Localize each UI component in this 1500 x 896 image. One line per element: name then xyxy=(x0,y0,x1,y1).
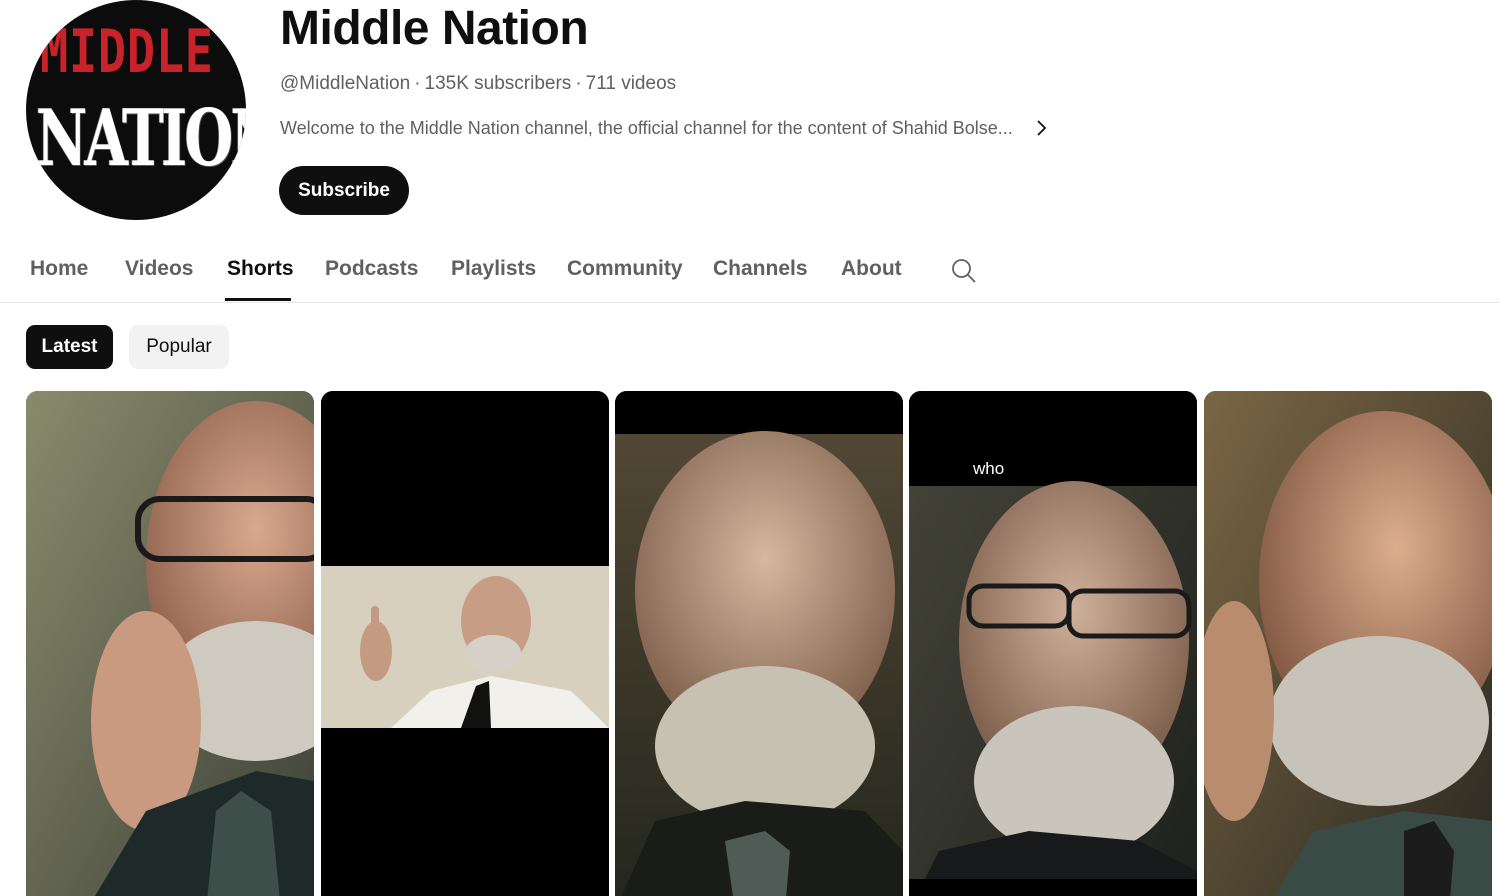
short-overlay-caption: who xyxy=(973,459,1005,478)
tab-shorts[interactable]: Shorts xyxy=(227,256,294,282)
tab-about[interactable]: About xyxy=(841,256,902,282)
short-thumbnail-image xyxy=(26,391,314,896)
channel-avatar[interactable]: MIDDLE NATION xyxy=(26,0,246,220)
logo-line-nation: NATION xyxy=(36,93,246,184)
tab-podcasts[interactable]: Podcasts xyxy=(325,256,418,282)
short-thumbnail-image xyxy=(615,391,903,896)
tab-playlists[interactable]: Playlists xyxy=(451,256,536,282)
filter-chip-latest[interactable]: Latest xyxy=(26,325,113,369)
channel-description-text: Welcome to the Middle Nation channel, th… xyxy=(280,118,1013,138)
subscriber-count: 135K subscribers xyxy=(424,73,572,94)
subscribe-button[interactable]: Subscribe xyxy=(279,166,409,215)
tab-community[interactable]: Community xyxy=(567,256,683,282)
filter-chip-popular[interactable]: Popular xyxy=(129,325,229,369)
channel-name: Middle Nation xyxy=(280,2,589,55)
video-count: 711 videos xyxy=(585,73,677,94)
channel-meta: @MiddleNation · 135K subscribers · 711 video… xyxy=(280,73,677,94)
logo-line-middle: MIDDLE xyxy=(40,17,214,87)
short-thumbnail-image xyxy=(321,391,609,896)
channel-tabs: Home Videos Shorts Podcasts Playlists Co… xyxy=(0,244,1500,303)
short-thumbnail[interactable] xyxy=(615,391,903,896)
short-thumbnail[interactable] xyxy=(26,391,314,896)
short-thumbnail[interactable] xyxy=(1204,391,1492,896)
short-thumbnail[interactable]: who xyxy=(909,391,1197,896)
channel-page: MIDDLE NATION Middle Nation @MiddleNatio… xyxy=(0,0,1500,896)
short-thumbnail-image xyxy=(1204,391,1492,896)
search-icon[interactable] xyxy=(950,257,978,285)
short-thumbnail[interactable] xyxy=(321,391,609,896)
tab-videos[interactable]: Videos xyxy=(125,256,193,282)
tab-home[interactable]: Home xyxy=(30,256,88,282)
tab-channels[interactable]: Channels xyxy=(713,256,808,282)
active-tab-indicator xyxy=(225,298,291,301)
channel-description[interactable]: Welcome to the Middle Nation channel, th… xyxy=(280,116,1051,140)
channel-logo: MIDDLE NATION xyxy=(26,0,246,220)
short-thumbnail-image xyxy=(909,391,1197,896)
chevron-right-icon[interactable] xyxy=(1031,118,1051,138)
channel-handle: @MiddleNation xyxy=(280,73,411,94)
